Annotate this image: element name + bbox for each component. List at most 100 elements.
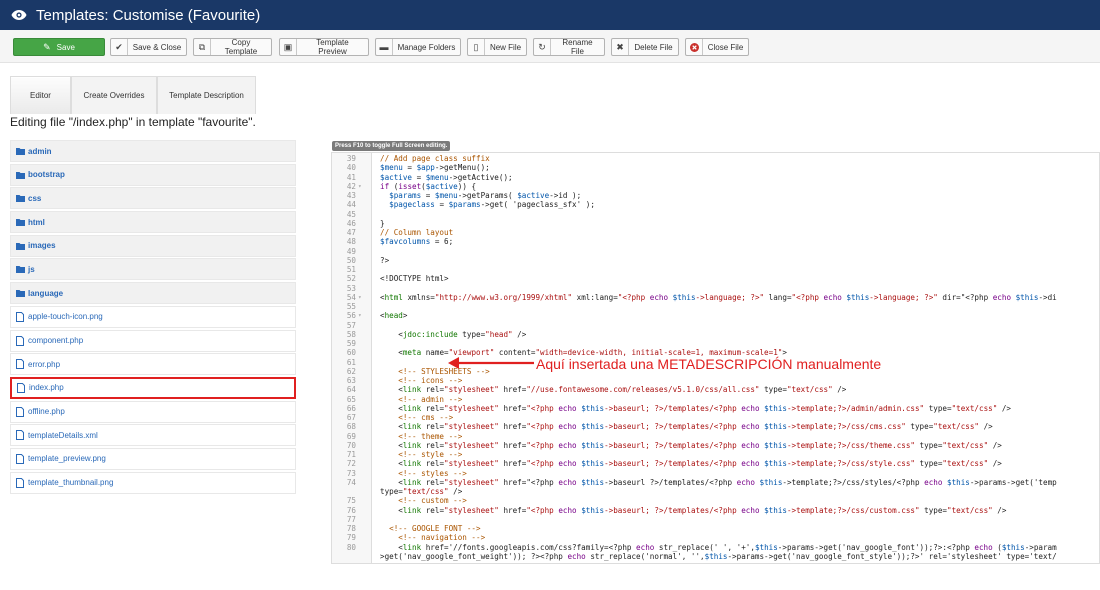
- check-icon: ✔: [111, 39, 128, 55]
- code-line: 68 <link rel="stylesheet" href="<?php ec…: [332, 422, 1099, 432]
- file-item[interactable]: offline.php: [10, 400, 296, 423]
- copy-template-button[interactable]: ⧉ Copy Template: [193, 38, 272, 56]
- code-text: if (isset($active)) {: [380, 181, 477, 191]
- file-icon: [16, 359, 26, 370]
- code-line: 48 $favcolumns = 6;: [332, 237, 1099, 247]
- file-icon: [16, 311, 26, 322]
- code-text: <link rel="stylesheet" href="<?php echo …: [380, 422, 993, 432]
- line-number: 41: [346, 172, 356, 182]
- code-text: <link rel="stylesheet" href="<?php echo …: [380, 505, 1007, 515]
- line-number: 59: [346, 339, 356, 348]
- code-line: 72 <link rel="stylesheet" href="<?php ec…: [332, 459, 1099, 469]
- folder-icon: [16, 264, 26, 274]
- image-icon: ▣: [280, 39, 297, 55]
- line-number: 77: [346, 514, 356, 524]
- folder-item[interactable]: html: [10, 211, 296, 234]
- code-line: 67 <!-- cms -->: [332, 413, 1099, 422]
- code-line: 44 $pageclass = $params->get( 'pageclass…: [332, 200, 1099, 209]
- line-number: 67: [346, 413, 356, 422]
- file-item[interactable]: templateDetails.xml: [10, 424, 296, 447]
- file-item[interactable]: template_thumbnail.png: [10, 471, 296, 494]
- code-line: 50 ?>: [332, 256, 1099, 265]
- code-text: <head>: [380, 311, 408, 321]
- folder-item[interactable]: admin: [10, 140, 296, 162]
- fold-toggle-icon[interactable]: ▾: [358, 311, 362, 320]
- line-number: 71: [346, 450, 356, 459]
- code-line: 77: [332, 514, 1099, 524]
- code-text: <link rel="stylesheet" href="<?php echo …: [380, 459, 1002, 469]
- refresh-icon: ↻: [534, 39, 551, 55]
- line-number: 48: [346, 237, 356, 247]
- code-line: 53: [332, 284, 1099, 293]
- code-text: <link rel="stylesheet" href="<?php echo …: [380, 477, 1057, 487]
- eye-icon: [10, 6, 28, 24]
- file-item[interactable]: component.php: [10, 329, 296, 352]
- line-number: 58: [346, 329, 356, 339]
- tab-bar: Editor Create Overrides Template Descrip…: [10, 76, 256, 114]
- code-line: 46}: [332, 219, 1099, 228]
- line-number: 66: [346, 403, 356, 413]
- fold-toggle-icon[interactable]: ▾: [358, 182, 362, 191]
- folder-icon: [16, 217, 26, 227]
- line-number: 73: [346, 468, 356, 478]
- code-text: <link rel="stylesheet" href="<?php echo …: [380, 440, 1002, 450]
- folder-item[interactable]: css: [10, 187, 296, 210]
- file-tree: admin bootstrap css html images js langu…: [10, 140, 296, 495]
- rename-file-button[interactable]: ↻ Rename File: [533, 38, 605, 56]
- manage-folders-button[interactable]: ▬ Manage Folders: [375, 38, 461, 56]
- code-line: 64 <link rel="stylesheet" href="//use.fo…: [332, 385, 1099, 395]
- code-line: 79 <!-- navigation -->: [332, 533, 1099, 543]
- folder-item[interactable]: js: [10, 258, 296, 281]
- code-text: <jdoc:include type="head" />: [380, 329, 527, 339]
- line-number: 49: [346, 246, 356, 256]
- code-line: >get('nav_google_font_weight')); ?><?php…: [332, 552, 1099, 561]
- tab-template-description[interactable]: Template Description: [157, 76, 256, 114]
- copy-icon: ⧉: [194, 39, 211, 55]
- code-text: <!-- admin -->: [380, 394, 463, 404]
- new-file-button[interactable]: ▯ New File: [467, 38, 527, 56]
- file-item[interactable]: apple-touch-icon.png: [10, 305, 296, 328]
- code-line: 74 <link rel="stylesheet" href="<?php ec…: [332, 477, 1099, 487]
- folder-item[interactable]: images: [10, 234, 296, 257]
- editing-file-label: Editing file "/index.php" in template "f…: [10, 115, 256, 129]
- code-text: <link rel="stylesheet" href="<?php echo …: [380, 403, 1011, 413]
- code-line: 45: [332, 210, 1099, 219]
- line-number: 61: [346, 357, 356, 367]
- folder-icon: [16, 241, 26, 251]
- file-item[interactable]: template_preview.png: [10, 447, 296, 470]
- code-text: <!-- theme -->: [380, 431, 463, 441]
- line-number: 76: [346, 505, 356, 515]
- file-item[interactable]: error.php: [10, 353, 296, 376]
- code-line: 78 <!-- GOOGLE FONT -->: [332, 524, 1099, 533]
- save-button[interactable]: ✎ Save: [13, 38, 105, 56]
- code-line: 43 $params = $menu->getParams( $active->…: [332, 191, 1099, 200]
- close-circle-icon: [686, 39, 703, 55]
- save-close-button[interactable]: ✔ Save & Close: [110, 38, 187, 56]
- code-line: 54 ▾ <html xmlns="http://www.w3.org/1999/x…: [332, 293, 1099, 302]
- code-line: 56 ▾ <head>: [332, 311, 1099, 321]
- code-text: <!-- styles -->: [380, 468, 467, 478]
- code-text: // Add page class suffix: [380, 154, 490, 163]
- line-number: 78: [346, 524, 356, 533]
- code-line: type="text/css" />: [332, 487, 1099, 496]
- line-number: 65: [346, 394, 356, 404]
- code-text: <!-- GOOGLE FONT -->: [380, 524, 481, 533]
- code-text: $active = $menu->getActive();: [380, 172, 513, 182]
- template-preview-button[interactable]: ▣ Template Preview: [279, 38, 369, 56]
- file-item-selected[interactable]: index.php: [10, 376, 296, 399]
- code-line: 51: [332, 265, 1099, 274]
- title-bar: Templates: Customise (Favourite): [0, 0, 1100, 30]
- line-number: 63: [346, 376, 356, 385]
- line-number: 79: [346, 533, 356, 543]
- close-file-button[interactable]: Close File: [685, 38, 749, 56]
- line-number: 75: [346, 496, 356, 506]
- tab-editor[interactable]: Editor: [10, 76, 71, 114]
- folder-item[interactable]: language: [10, 282, 296, 305]
- code-text: <link rel="stylesheet" href="//use.fonta…: [380, 385, 847, 395]
- fold-toggle-icon[interactable]: ▾: [358, 293, 362, 302]
- folder-item[interactable]: bootstrap: [10, 163, 296, 186]
- code-line: 80 <link href='//fonts.googleapis.com/cs…: [332, 543, 1099, 552]
- line-number: 62: [346, 366, 356, 376]
- tab-create-overrides[interactable]: Create Overrides: [71, 76, 157, 114]
- delete-file-button[interactable]: ✖ Delete File: [611, 38, 679, 56]
